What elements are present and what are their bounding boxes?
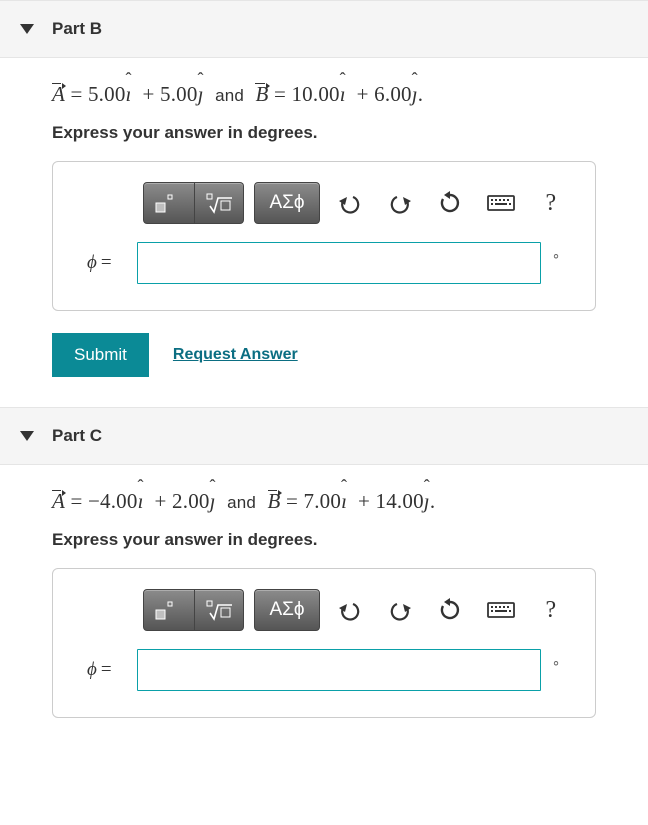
answer-variable-label: ϕ= [77, 252, 137, 274]
part-header[interactable]: Part C [0, 407, 648, 465]
problem-statement: A = −4.00ı + 2.00ȷ and B = 7.00ı + 14.00… [52, 489, 596, 514]
templates-button[interactable] [143, 182, 195, 224]
radical-button[interactable] [195, 589, 244, 631]
redo-button[interactable] [380, 183, 420, 223]
answer-panel: ΑΣϕ ? ϕ= [52, 161, 596, 311]
part-body: A = −4.00ı + 2.00ȷ and B = 7.00ı + 14.00… [0, 465, 648, 728]
instruction-text: Express your answer in degrees. [52, 530, 596, 550]
keyboard-button[interactable] [481, 183, 521, 223]
templates-button[interactable] [143, 589, 195, 631]
part-title: Part B [52, 19, 102, 39]
part-body: A = 5.00ı + 5.00ȷ and B = 10.00ı + 6.00ȷ… [0, 58, 648, 387]
unit-degrees: ∘ [541, 654, 571, 671]
submit-button[interactable]: Submit [52, 333, 149, 377]
answer-input[interactable] [137, 242, 541, 284]
help-button[interactable]: ? [531, 183, 571, 223]
reset-button[interactable] [430, 590, 470, 630]
greek-button[interactable]: ΑΣϕ [254, 589, 320, 631]
help-button[interactable]: ? [531, 590, 571, 630]
radical-button[interactable] [195, 182, 244, 224]
part-title: Part C [52, 426, 102, 446]
keyboard-button[interactable] [481, 590, 521, 630]
part-header[interactable]: Part B [0, 0, 648, 58]
undo-button[interactable] [330, 590, 370, 630]
answer-panel: ΑΣϕ ? ϕ= [52, 568, 596, 718]
undo-button[interactable] [330, 183, 370, 223]
reset-button[interactable] [430, 183, 470, 223]
greek-button[interactable]: ΑΣϕ [254, 182, 320, 224]
problem-statement: A = 5.00ı + 5.00ȷ and B = 10.00ı + 6.00ȷ… [52, 82, 596, 107]
redo-button[interactable] [380, 590, 420, 630]
equation-toolbar: ΑΣϕ ? [143, 589, 571, 631]
answer-variable-label: ϕ= [77, 659, 137, 681]
equation-toolbar: ΑΣϕ ? [143, 182, 571, 224]
instruction-text: Express your answer in degrees. [52, 123, 596, 143]
caret-down-icon [20, 431, 34, 441]
request-answer-link[interactable]: Request Answer [173, 346, 298, 364]
caret-down-icon [20, 24, 34, 34]
unit-degrees: ∘ [541, 247, 571, 264]
answer-input[interactable] [137, 649, 541, 691]
